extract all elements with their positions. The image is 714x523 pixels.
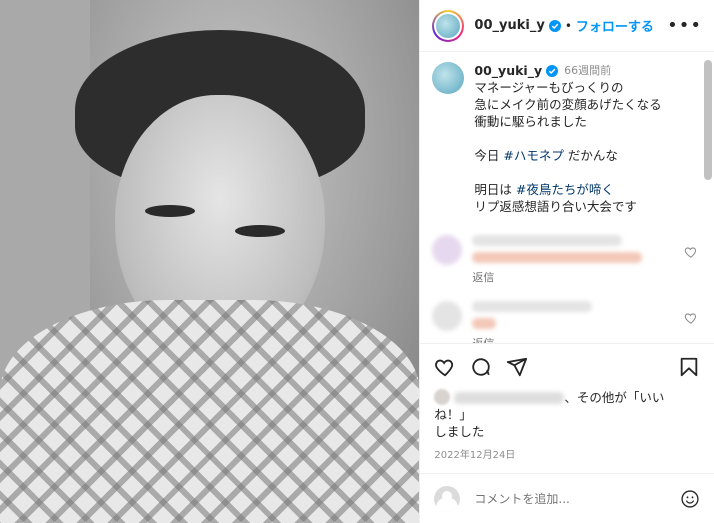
photo-eye-right (235, 225, 285, 237)
more-options-icon[interactable]: ••• (667, 15, 702, 36)
redacted-liker-name (454, 392, 565, 404)
caption-line: 衝動に駆られました (474, 114, 587, 129)
author-avatar[interactable] (432, 9, 465, 42)
caption-username[interactable]: 00_yuki_y (474, 62, 542, 79)
share-icon[interactable] (506, 356, 528, 378)
instagram-post-view: 00_yuki_y • フォローする ••• 00_yuki_y 66週間前 マ… (0, 0, 714, 523)
comment-icon[interactable] (470, 356, 492, 378)
caption-line (474, 130, 661, 147)
liker-avatar[interactable] (434, 389, 451, 405)
author-username[interactable]: 00_yuki_y (474, 18, 544, 33)
verified-badge-icon (546, 64, 559, 77)
redacted-comment-text (472, 252, 643, 263)
redacted-comment-text (472, 235, 623, 246)
bookmark-icon[interactable] (678, 356, 700, 378)
caption-avatar[interactable] (432, 62, 465, 94)
comment-like-heart-icon[interactable] (684, 245, 698, 259)
likes-summary: 、その他が「いいね！」 しました (420, 389, 714, 440)
comment-input[interactable] (472, 490, 680, 507)
post-header: 00_yuki_y • フォローする ••• (420, 0, 714, 52)
caption-line: マネージャーもびっくりの (474, 80, 624, 95)
reply-button[interactable]: 返信 (472, 269, 698, 285)
caption-line: 急にメイク前の変顔あげたくなる (474, 97, 662, 112)
add-comment-bar (420, 473, 714, 523)
heart-icon[interactable] (434, 356, 456, 378)
comments-section[interactable]: 00_yuki_y 66週間前 マネージャーもびっくりの 急にメイク前の変顔あげ… (420, 52, 714, 343)
reply-button[interactable]: 返信 (472, 335, 698, 343)
caption-line (474, 164, 661, 181)
photo-eye-left (145, 205, 195, 217)
emoji-icon[interactable] (680, 489, 700, 509)
author-avatar-image (436, 13, 461, 38)
current-user-avatar (434, 485, 461, 512)
commenter-avatar[interactable] (432, 235, 463, 265)
comment-item: 返信 (432, 235, 698, 285)
post-caption: 00_yuki_y 66週間前 マネージャーもびっくりの 急にメイク前の変顔あげ… (432, 62, 698, 215)
likes-text-continued: しました (434, 424, 485, 439)
separator-dot: • (564, 18, 572, 33)
commenter-avatar[interactable] (432, 301, 463, 331)
post-date: 2022年12月24日 (434, 450, 516, 461)
caption-line-today: 今日 #ハモネプ だかんな (474, 148, 618, 163)
photo-cape (0, 300, 420, 523)
post-action-bar (420, 343, 714, 389)
comments-scrollbar[interactable] (704, 60, 712, 180)
caption-line-tomorrow: 明日は #夜鳥たちが啼く (474, 182, 614, 197)
hashtag-link[interactable]: #夜鳥たちが啼く (516, 182, 614, 197)
comment-item: 返信 (432, 301, 698, 343)
post-side-panel: 00_yuki_y • フォローする ••• 00_yuki_y 66週間前 マ… (419, 0, 714, 523)
redacted-comment-text (472, 318, 497, 329)
comment-like-heart-icon[interactable] (684, 311, 698, 325)
follow-button[interactable]: フォローする (576, 16, 654, 35)
post-time-ago: 66週間前 (564, 64, 612, 77)
caption-line: リプ返感想語り合い大会です (474, 199, 637, 214)
hashtag-link[interactable]: #ハモネプ (503, 148, 563, 163)
post-photo[interactable] (0, 0, 420, 523)
redacted-comment-text (472, 301, 593, 312)
verified-badge-icon (548, 19, 561, 32)
